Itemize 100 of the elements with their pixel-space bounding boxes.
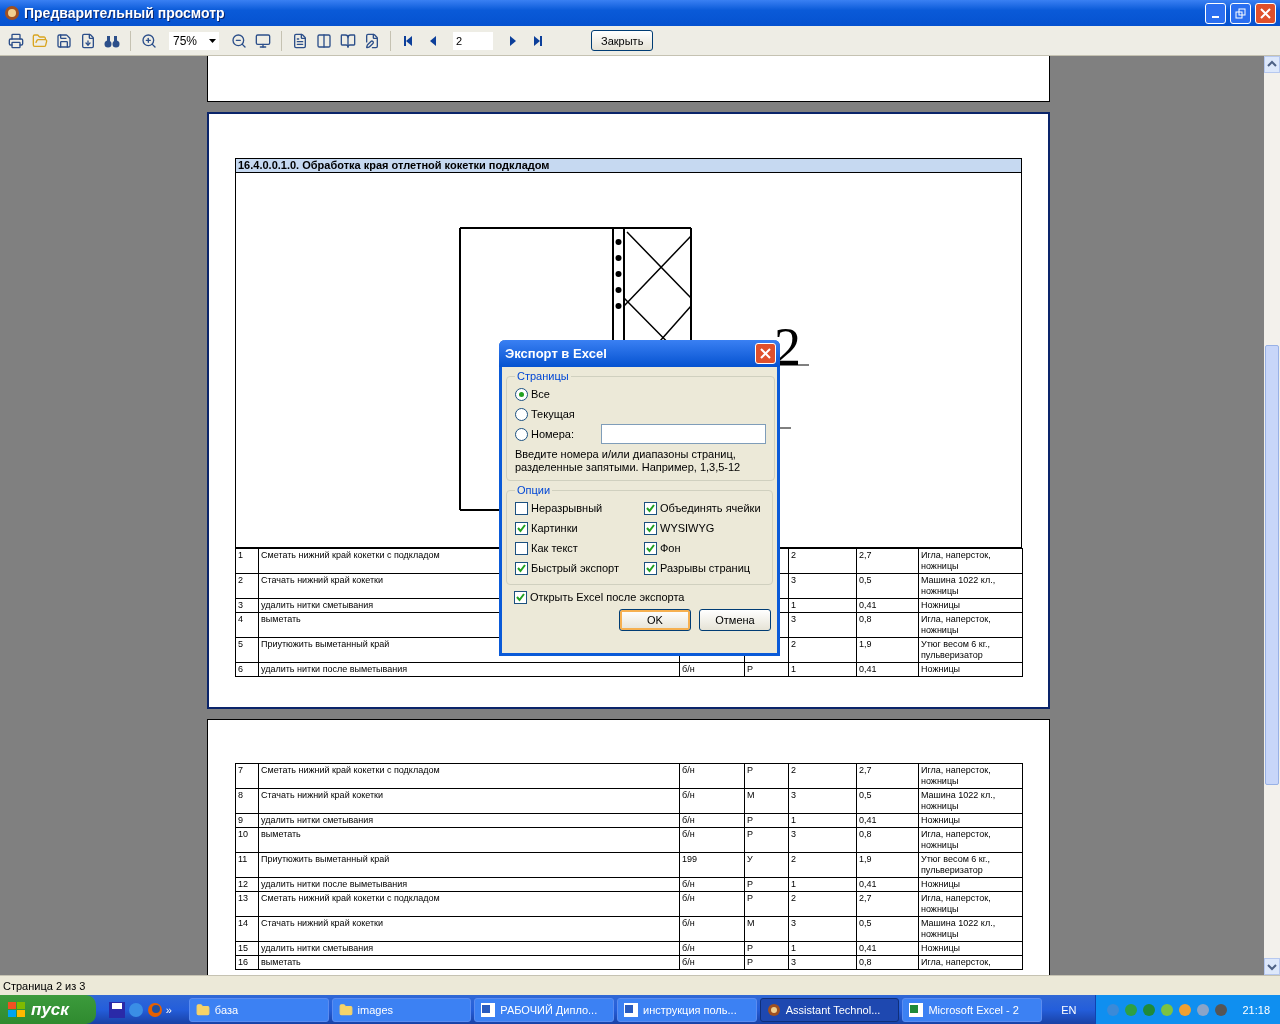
taskbar-button[interactable]: инструкция поль... (617, 997, 757, 1022)
table-cell: удалить нитки после выметывания (258, 877, 680, 892)
checkbox-icon[interactable] (514, 590, 527, 604)
option-checkbox[interactable]: Объединять ячейки (644, 498, 764, 518)
minimize-icon (1212, 16, 1219, 18)
taskbar-button[interactable]: база (188, 997, 329, 1022)
minimize-button[interactable] (1205, 2, 1226, 24)
page-number-field[interactable]: 2 (453, 31, 493, 50)
table-cell: 13 (235, 891, 259, 917)
table-cell: б/н (679, 662, 745, 677)
table-cell: 8 (235, 788, 259, 814)
table-cell: Машина 1022 кл., ножницы (918, 788, 1023, 814)
taskbar-button[interactable]: Microsoft Excel - 2 (902, 997, 1043, 1022)
group-label: Опции (516, 484, 552, 496)
radio-option[interactable]: Все (515, 384, 767, 404)
table-cell: 7 (235, 763, 259, 789)
table-cell: Утюг весом 6 кг., пульверизатор (918, 852, 1023, 878)
table-cell: 3 (788, 916, 857, 942)
table-cell: выметать (258, 955, 680, 970)
taskbar-button[interactable]: images (331, 997, 472, 1022)
checkbox-icon[interactable] (515, 541, 528, 555)
table-cell: Ножницы (918, 662, 1023, 677)
option-checkbox[interactable]: WYSIWYG (644, 518, 764, 538)
page-numbers-field[interactable] (601, 424, 767, 444)
close-icon (760, 348, 771, 359)
option-checkbox[interactable]: Неразрывный (515, 498, 644, 518)
scroll-down-icon[interactable] (1264, 958, 1280, 975)
table-cell: 0,41 (856, 813, 919, 828)
table-cell: 3 (788, 827, 857, 853)
app-icon (4, 5, 20, 21)
table-cell: б/н (679, 941, 745, 956)
table-cell: 2 (788, 891, 857, 917)
scroll-up-icon[interactable] (1264, 56, 1280, 73)
option-checkbox[interactable]: Картинки (515, 518, 644, 538)
table-cell: 12 (235, 877, 259, 892)
more-icons-button[interactable]: » (165, 1003, 172, 1016)
table-cell: 199 (679, 852, 745, 878)
close-icon (1260, 7, 1271, 19)
clock: 21:18 (1242, 1003, 1270, 1016)
radio-option[interactable]: Текущая (515, 404, 767, 424)
radio-icon[interactable] (515, 407, 528, 421)
checkbox-icon[interactable] (644, 521, 657, 535)
table-cell: удалить нитки после выметывания (258, 662, 680, 677)
table-cell: 1 (788, 662, 857, 677)
radio-icon[interactable] (515, 427, 528, 441)
start-button[interactable]: пуск (0, 995, 96, 1024)
first-page-icon[interactable] (403, 34, 415, 47)
table-cell: удалить нитки сметывания (258, 941, 680, 956)
table-cell: Стачать нижний край кокетки (258, 916, 680, 942)
zoom-combo[interactable]: 75% (169, 31, 219, 50)
table-cell: 0,41 (856, 662, 919, 677)
table-cell: Машина 1022 кл., ножницы (918, 573, 1023, 599)
table-cell: б/н (679, 827, 745, 853)
table-cell: удалить нитки сметывания (258, 813, 680, 828)
table-cell: Сметать нижний край кокетки с подкладом (258, 891, 680, 917)
window-title: Предварительный просмотр (24, 5, 226, 21)
checkbox-icon[interactable] (644, 501, 657, 515)
table-cell: 2 (235, 573, 259, 599)
checkbox-icon[interactable] (644, 541, 657, 555)
language-indicator[interactable]: EN (1061, 1003, 1077, 1016)
table-cell: б/н (679, 763, 745, 789)
table-cell: Утюг весом 6 кг., пульверизатор (918, 637, 1023, 663)
close-preview-button[interactable]: Закрыть (591, 30, 654, 51)
taskbar-button[interactable]: РАБОЧИЙ Дипло... (474, 997, 614, 1022)
radio-option[interactable]: Номера: (515, 424, 767, 444)
table-cell: Р (744, 827, 789, 853)
last-page-icon[interactable] (531, 34, 543, 47)
taskbar-button[interactable]: Assistant Technol... (759, 997, 900, 1022)
scroll-thumb[interactable] (1265, 345, 1279, 785)
dialog-button[interactable]: OK (619, 609, 691, 631)
table-cell: Игла, наперсток, ножницы (918, 763, 1023, 789)
table-cell: 16 (235, 955, 259, 970)
document-icon (624, 1002, 638, 1017)
table-cell: 1 (235, 548, 259, 574)
restore-button[interactable] (1230, 2, 1251, 24)
checkbox-icon[interactable] (515, 521, 528, 535)
hint-text: Введите номера и/или диапазоны страниц, разделенные запятыми. Например, 1,3,5-12 (515, 448, 742, 474)
table-cell: б/н (679, 877, 745, 892)
table-cell: б/н (679, 788, 745, 814)
table-cell: 2 (788, 852, 857, 878)
checkbox-icon[interactable] (644, 561, 657, 575)
close-button[interactable] (755, 343, 776, 364)
table-cell: 1 (788, 813, 857, 828)
table-cell: Игла, наперсток, ножницы (918, 612, 1023, 638)
table-cell: Игла, наперсток, ножницы (918, 827, 1023, 853)
checkbox-icon[interactable] (515, 501, 528, 515)
table-cell: 3 (788, 612, 857, 638)
table-cell: Р (744, 763, 789, 789)
table-cell: 1 (788, 598, 857, 613)
table-cell: 2,7 (856, 763, 919, 789)
checkbox-icon[interactable] (515, 561, 528, 575)
table-cell: 10 (235, 827, 259, 853)
table-cell: Р (744, 955, 789, 970)
table-cell: Р (744, 662, 789, 677)
table-cell: 0,5 (856, 916, 919, 942)
radio-icon[interactable] (515, 387, 528, 401)
close-button[interactable] (1255, 2, 1276, 24)
dialog-button[interactable]: Отмена (699, 609, 771, 631)
table-cell: 2,7 (856, 891, 919, 917)
table-cell: 0,41 (856, 941, 919, 956)
